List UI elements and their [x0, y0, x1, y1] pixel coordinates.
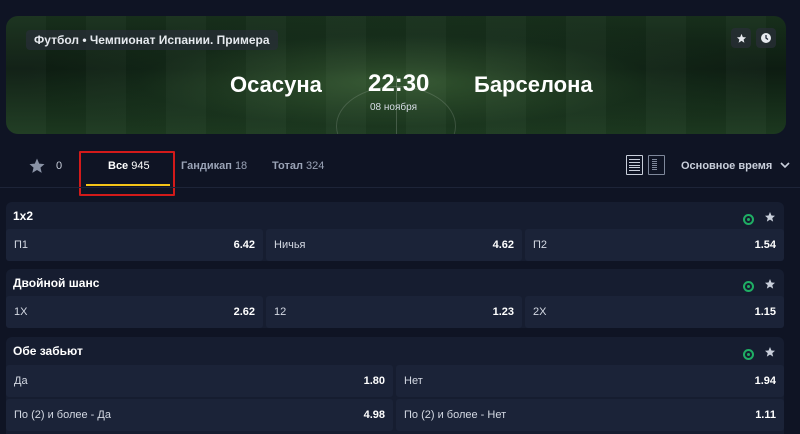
home-team-name[interactable]: Осасуна	[230, 72, 322, 98]
market-title: 1x2	[13, 209, 34, 223]
outcome-odd: 4.98	[363, 409, 385, 421]
outcome-odd: 1.23	[492, 306, 514, 318]
live-icon[interactable]	[743, 348, 754, 360]
outcome-button[interactable]: 1X 2.62	[6, 296, 263, 328]
chevron-down-icon	[780, 160, 790, 172]
outcome-odd: 1.54	[754, 239, 776, 251]
tab-count: 18	[234, 160, 248, 172]
market-actions	[743, 210, 776, 228]
star-icon[interactable]	[764, 345, 776, 363]
star-icon[interactable]	[764, 277, 776, 295]
outcome-name: 1X	[14, 306, 28, 318]
outcome-name: П1	[14, 239, 29, 251]
outcome-button[interactable]: 2X 1.15	[525, 296, 784, 328]
tab-total[interactable]: Тотал 324	[272, 160, 324, 172]
market-double-chance: Двойной шанс 1X 2.62 12 1.23 2X 1.15	[6, 269, 784, 328]
market-both-score: Обе забьют Да 1.80 Нет 1.94 По (2) и бол…	[6, 337, 784, 434]
match-hero: Футбол • Чемпионат Испании. Примера Осас…	[6, 16, 786, 134]
star-icon[interactable]	[764, 210, 776, 228]
outcome-button[interactable]: П2 1.54	[525, 229, 784, 261]
outcome-name: 2X	[533, 306, 547, 318]
market-1x2: 1x2 П1 6.42 Ничья 4.62 П2 1.54	[6, 202, 784, 261]
list-view-icon[interactable]	[626, 155, 643, 175]
outcome-odd: 2.62	[233, 306, 255, 318]
grid-view-icon[interactable]	[648, 155, 665, 175]
outcome-odd: 4.62	[492, 239, 514, 251]
tab-handicap[interactable]: Гандикап 18	[181, 160, 247, 172]
outcome-button[interactable]: По (2) и более - Нет 1.11	[396, 399, 784, 431]
outcome-odd: 6.42	[233, 239, 255, 251]
outcome-name: Да	[14, 375, 28, 387]
outcome-odd: 1.94	[754, 375, 776, 387]
star-icon	[28, 157, 46, 175]
favorites-filter[interactable]: 0	[28, 157, 62, 175]
favorites-count: 0	[56, 160, 63, 172]
live-icon[interactable]	[743, 213, 754, 225]
clock-icon[interactable]	[756, 28, 776, 48]
outcome-name: По (2) и более - Да	[14, 409, 111, 421]
outcome-odd: 1.15	[754, 306, 776, 318]
outcome-name: 12	[274, 306, 287, 318]
outcome-name: Нет	[404, 375, 423, 387]
match-date: 08 ноября	[370, 102, 417, 113]
outcome-name: Ничья	[274, 239, 306, 251]
outcome-button[interactable]: П1 6.42	[6, 229, 263, 261]
outcome-odd: 1.80	[363, 375, 385, 387]
tab-label: Тотал	[272, 160, 303, 172]
period-label: Основное время	[681, 160, 773, 172]
divider	[0, 187, 800, 188]
outcome-name: П2	[533, 239, 548, 251]
outcome-button[interactable]: Нет 1.94	[396, 365, 784, 397]
outcome-button[interactable]: Ничья 4.62	[266, 229, 522, 261]
outcome-button[interactable]: 12 1.23	[266, 296, 522, 328]
match-time: 22:30	[368, 70, 430, 97]
highlight-box	[79, 151, 175, 196]
market-actions	[743, 277, 776, 295]
market-actions	[743, 345, 776, 363]
away-team-name[interactable]: Барселона	[474, 72, 593, 98]
outcome-odd: 1.11	[755, 409, 776, 421]
live-icon[interactable]	[743, 280, 754, 292]
star-icon[interactable]	[731, 28, 751, 48]
market-title: Обе забьют	[13, 344, 83, 358]
outcome-name: По (2) и более - Нет	[404, 409, 507, 421]
outcome-button[interactable]: Да 1.80	[6, 365, 393, 397]
breadcrumb[interactable]: Футбол • Чемпионат Испании. Примера	[26, 30, 278, 50]
tab-label: Гандикап	[181, 160, 232, 172]
period-dropdown[interactable]: Основное время	[681, 160, 790, 172]
outcome-button[interactable]: По (2) и более - Да 4.98	[6, 399, 393, 431]
tab-count: 324	[306, 160, 325, 172]
market-title: Двойной шанс	[13, 276, 100, 290]
